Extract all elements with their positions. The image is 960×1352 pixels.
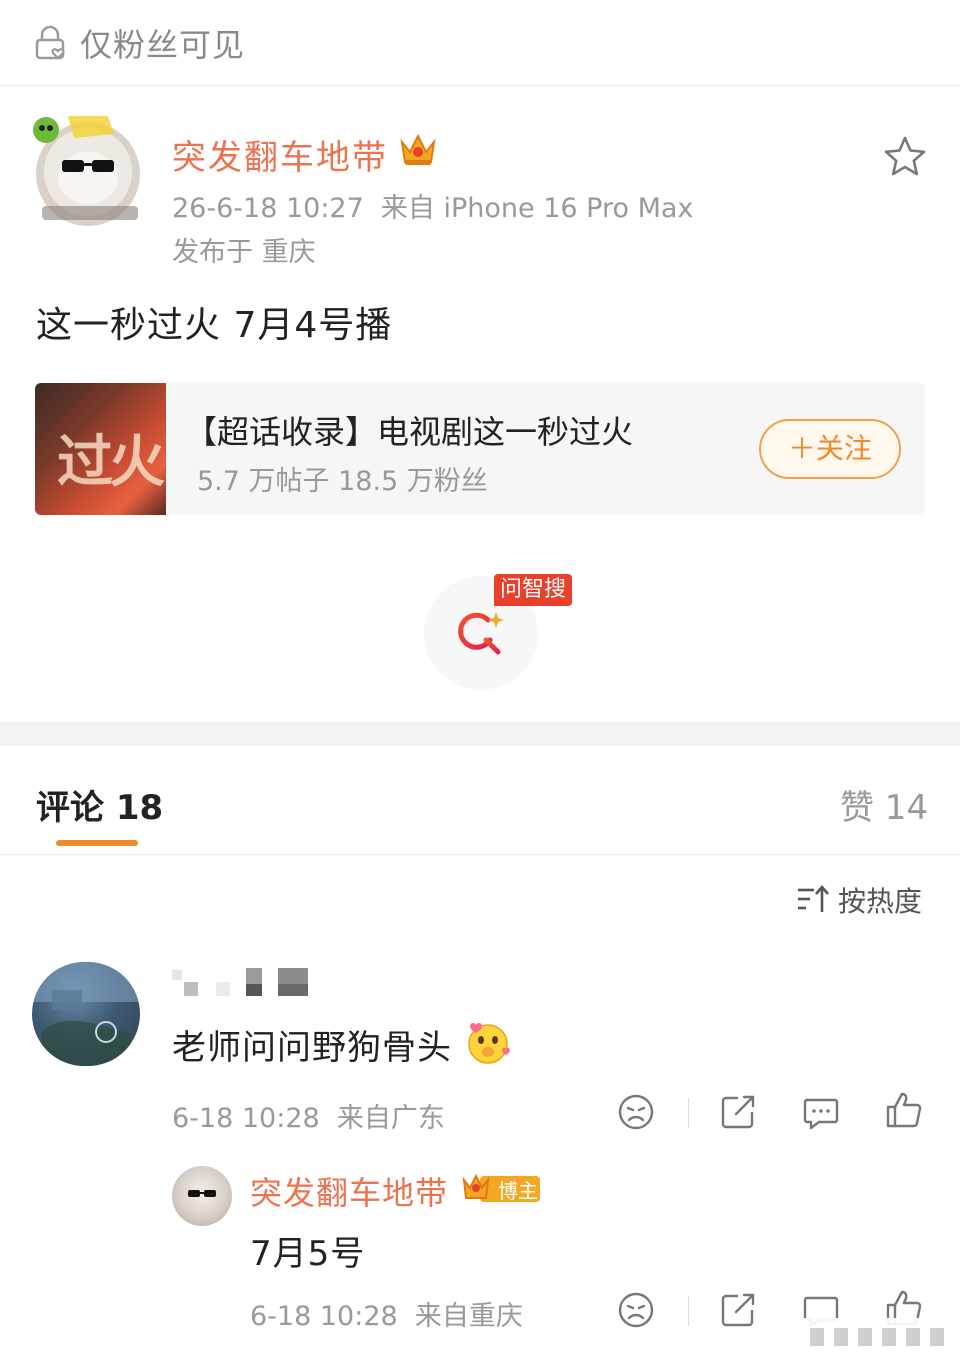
comment-meta: 6-18 10:28 来自广东	[172, 1103, 445, 1134]
dislike-icon[interactable]	[616, 1092, 656, 1132]
ai-search-badge: 问智搜	[494, 574, 573, 606]
ai-search-icon[interactable]	[452, 606, 508, 662]
like-icon[interactable]	[884, 1090, 924, 1130]
reply-text: 7月5号	[250, 1234, 366, 1274]
author-badge-label: 博主	[498, 1179, 538, 1203]
visibility-label: 仅粉丝可见	[80, 26, 246, 64]
comment-text: 老师问问野狗骨头	[172, 1028, 452, 1068]
star-outline-icon[interactable]	[882, 134, 928, 180]
tab-likes[interactable]: 赞 14	[840, 780, 928, 829]
commenter-username-redacted[interactable]	[172, 966, 312, 1000]
topic-cover-image: 过火	[35, 383, 166, 515]
tabs-divider	[0, 854, 960, 855]
nav-bar-mark	[858, 1328, 872, 1346]
topic-title[interactable]: 【超话收录】电视剧这一秒过火	[185, 407, 633, 453]
section-divider	[0, 722, 960, 746]
post-text: 这一秒过火 7月4号播	[36, 305, 393, 346]
post-meta: 26-6-18 10:27 来自 iPhone 16 Pro Max	[172, 193, 694, 224]
topic-cover-text: 过火	[57, 429, 165, 495]
super-topic-card[interactable]: 过火 【超话收录】电视剧这一秒过火 5.7 万帖子 18.5 万粉丝 ＋关注	[35, 383, 925, 515]
nav-bar-mark	[906, 1328, 920, 1346]
reply-author-avatar[interactable]	[172, 1166, 232, 1226]
reply-username[interactable]: 突发翻车地带	[250, 1168, 448, 1214]
visibility-bar: 仅粉丝可见	[0, 0, 960, 86]
tab-comments[interactable]: 评论 18	[36, 780, 163, 829]
nav-bar-mark	[882, 1328, 896, 1346]
action-separator	[688, 1098, 689, 1128]
follow-button[interactable]: ＋关注	[759, 419, 901, 479]
sort-label: 按热度	[838, 885, 923, 918]
author-name[interactable]: 突发翻车地带	[172, 130, 388, 179]
commenter-avatar[interactable]	[32, 962, 140, 1066]
nav-bar-mark	[930, 1328, 944, 1346]
lock-heart-icon	[35, 25, 65, 60]
crown-icon	[400, 133, 436, 165]
share-icon[interactable]	[718, 1290, 758, 1330]
nav-bar-mark	[834, 1328, 848, 1346]
tab-active-indicator	[56, 840, 138, 846]
author-avatar[interactable]	[28, 108, 144, 228]
topic-stats: 5.7 万帖子 18.5 万粉丝	[197, 466, 488, 497]
reply-icon[interactable]	[801, 1092, 841, 1132]
author-badge: 博主	[462, 1170, 542, 1204]
reply-meta: 6-18 10:28 来自重庆	[250, 1301, 523, 1332]
nav-bar-mark	[810, 1328, 824, 1346]
action-separator	[688, 1296, 689, 1326]
system-nav-overlay	[800, 1318, 960, 1352]
blush-emoji-icon	[468, 1023, 510, 1064]
dislike-icon[interactable]	[616, 1290, 656, 1330]
sort-icon	[798, 885, 829, 912]
share-icon[interactable]	[718, 1092, 758, 1132]
post-location: 发布于 重庆	[172, 237, 316, 268]
